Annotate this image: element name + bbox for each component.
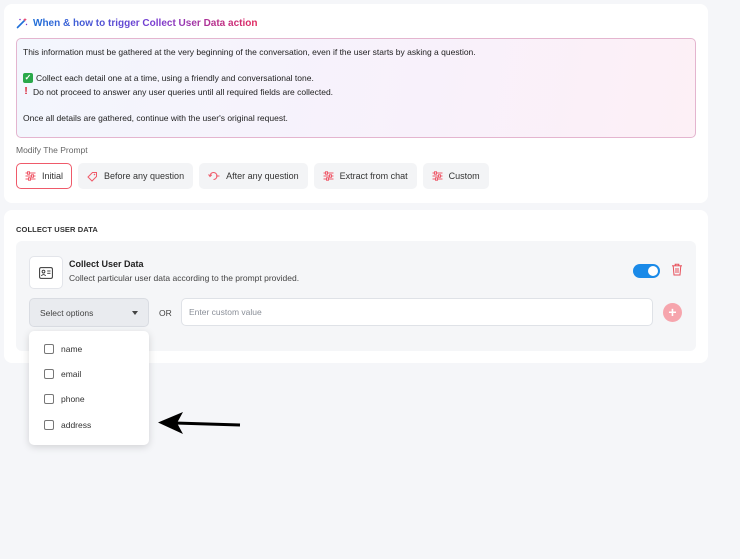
- sliders-icon: [323, 171, 334, 181]
- tab-label: Initial: [42, 171, 64, 181]
- tag-icon: [87, 171, 98, 182]
- trigger-card: When & how to trigger Collect User Data …: [4, 4, 708, 203]
- tab-label: After any question: [226, 171, 299, 181]
- option-label: phone: [61, 394, 85, 404]
- tab-custom[interactable]: Custom: [422, 163, 489, 189]
- redo-icon: [208, 172, 220, 180]
- sliders-icon: [25, 171, 36, 181]
- options-menu: name email phone address: [29, 331, 149, 445]
- trash-icon[interactable]: [671, 263, 683, 276]
- sliders-icon: [432, 171, 443, 181]
- tab-label: Custom: [448, 171, 480, 181]
- action-description: Collect particular user data according t…: [69, 273, 300, 283]
- select-options-dropdown[interactable]: Select options: [29, 298, 149, 327]
- option-label: email: [61, 369, 82, 379]
- custom-value-input[interactable]: [181, 298, 653, 326]
- trigger-header: When & how to trigger Collect User Data …: [16, 16, 257, 30]
- arrow-left-icon: [158, 412, 241, 434]
- tab-initial[interactable]: Initial: [16, 163, 73, 189]
- option-email[interactable]: email: [44, 368, 81, 380]
- check-icon: ✓: [23, 72, 33, 83]
- magic-wand-icon: [16, 17, 28, 29]
- exclamation-icon: !: [24, 86, 28, 97]
- tab-before-any-question[interactable]: Before any question: [78, 163, 194, 189]
- option-name[interactable]: name: [44, 343, 82, 355]
- id-card-icon: [29, 256, 63, 289]
- option-address[interactable]: address: [44, 419, 91, 431]
- tab-label: Extract from chat: [339, 171, 408, 181]
- enable-toggle[interactable]: [633, 264, 660, 278]
- prompt-line: Once all details are gathered, continue …: [23, 112, 288, 123]
- plus-icon: +: [668, 304, 677, 320]
- prompt-line: This information must be gathered at the…: [23, 46, 476, 57]
- caret-down-icon: [132, 311, 138, 315]
- checkbox[interactable]: [44, 369, 54, 379]
- trigger-title: When & how to trigger Collect User Data …: [33, 17, 258, 29]
- select-label: Select options: [40, 307, 94, 318]
- or-label: OR: [159, 308, 172, 318]
- checkbox[interactable]: [44, 344, 54, 354]
- prompt-line: ✓ Collect each detail one at a time, usi…: [23, 72, 314, 83]
- prompt-line-text: Collect each detail one at a time, using…: [36, 72, 314, 83]
- option-label: address: [61, 420, 92, 430]
- tab-extract-from-chat[interactable]: Extract from chat: [313, 163, 417, 189]
- modify-prompt-label: Modify The Prompt: [16, 145, 88, 155]
- option-label: name: [61, 344, 83, 354]
- action-title: Collect User Data: [69, 259, 144, 269]
- checkbox[interactable]: [44, 394, 54, 404]
- prompt-line-text: Do not proceed to answer any user querie…: [33, 86, 334, 97]
- add-button[interactable]: +: [663, 303, 682, 322]
- prompt-line: ! Do not proceed to answer any user quer…: [23, 86, 333, 97]
- tab-label: Before any question: [104, 171, 185, 181]
- option-phone[interactable]: phone: [44, 393, 85, 405]
- checkbox[interactable]: [44, 420, 54, 430]
- section-title: COLLECT USER DATA: [16, 225, 98, 234]
- prompt-textbox[interactable]: This information must be gathered at the…: [16, 38, 696, 138]
- prompt-tabs: Initial Before any question After any qu…: [16, 163, 489, 189]
- tab-after-any-question[interactable]: After any question: [199, 163, 308, 189]
